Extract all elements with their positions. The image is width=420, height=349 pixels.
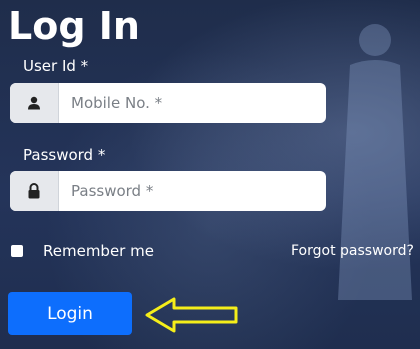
user-id-label: User Id * [23,57,89,75]
remember-me-checkbox[interactable] [11,245,23,257]
user-icon [10,83,59,123]
user-id-input[interactable] [59,83,326,123]
user-id-field[interactable] [10,83,326,123]
page-title: Log In [8,4,140,48]
left-arrow-icon [145,297,238,333]
remember-me[interactable]: Remember me [11,242,154,260]
lock-icon [10,171,59,211]
remember-me-label: Remember me [43,242,154,260]
password-label: Password * [23,146,106,164]
password-field[interactable] [10,171,326,211]
login-button[interactable]: Login [8,292,132,335]
forgot-password-link[interactable]: Forgot password? [291,243,414,259]
password-input[interactable] [59,171,326,211]
